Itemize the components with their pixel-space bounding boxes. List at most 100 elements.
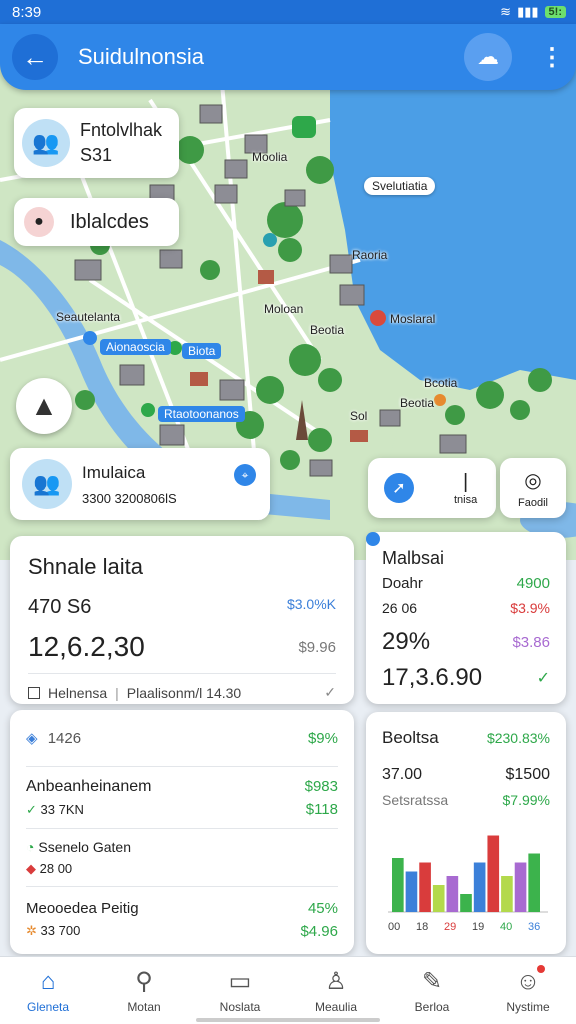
diamond-icon: ◈ — [26, 730, 38, 747]
market-percent: 29% — [382, 628, 431, 655]
compass-button[interactable]: ▲ — [16, 378, 72, 434]
list-item[interactable]: Anbeanheinanem ✓ 33 7KN $983 $118 — [26, 766, 338, 828]
more-button[interactable]: ⋮ — [540, 43, 564, 72]
market-line1-value: 4900 — [516, 575, 550, 592]
stats-sub-right: $7.99% — [502, 792, 550, 808]
place-card[interactable]: ● Iblalcdes — [14, 198, 179, 246]
market-check-icon[interactable]: ✓ — [537, 668, 550, 688]
nav-item-profile[interactable]: ☺ Nystime — [480, 957, 576, 1024]
chart-tick-label: 19 — [472, 921, 484, 933]
check-icon[interactable]: ✓ — [324, 684, 336, 701]
home-indicator — [196, 1018, 380, 1022]
food-card[interactable]: ◎ Faodil — [500, 458, 566, 518]
stats-title-value: $230.83% — [486, 730, 550, 746]
nav-label: Meaulia — [314, 1000, 358, 1014]
market-line2-left: 26 06 — [382, 600, 418, 616]
map-tag-svelutiatia[interactable]: Svelutiatia — [364, 177, 436, 195]
chart-tick-label: 29 — [444, 921, 456, 933]
map-pill-2[interactable]: Rtaotoonanos — [158, 406, 245, 422]
summary-footer-right: Plaalisonm/l 14.30 — [126, 684, 242, 701]
nav-item-home[interactable]: ⌂ Gleneta — [0, 957, 96, 1024]
list-item[interactable]: ◔ Ssenelo Gaten ◆ 28 00 — [26, 828, 338, 886]
person-card[interactable]: 👥 Fntolvlhak S31 — [14, 108, 179, 178]
map-pill-1[interactable]: Aionaoscia — [100, 339, 171, 355]
chart-bar — [419, 862, 431, 912]
map-label-1: Moolia — [252, 150, 288, 164]
edit-icon: ✎ — [421, 968, 443, 995]
list-card[interactable]: ◈ 1426 $9% Anbeanheinanem ✓ 33 7KN $983 … — [10, 710, 354, 954]
market-line2-right: $3.9% — [510, 600, 550, 616]
battery-icon: 5!: — [544, 6, 566, 18]
more-vertical-icon: ⋮ — [540, 43, 564, 71]
nav-label: Berloa — [414, 1000, 450, 1014]
signal-icon: ▮▮▮ — [517, 4, 539, 19]
list-item-value2: $118 — [305, 800, 338, 818]
market-dot-icon — [366, 532, 380, 546]
chart-bar — [487, 835, 500, 912]
list-item-title: Meooedea Peitig — [26, 900, 139, 917]
nav-card-label: tnisa — [454, 493, 478, 506]
list-item-title: Ssenelo Gaten — [38, 838, 131, 855]
arrow-left-icon: ← — [22, 41, 48, 72]
nav-item-chart[interactable]: ▭ Noslata — [192, 957, 288, 1024]
user-name: Imulaica — [82, 462, 146, 482]
bowl-icon: ◎ — [524, 469, 542, 492]
map-label-8: Beotia — [400, 396, 435, 410]
list-item-sub: 33 700 — [40, 923, 81, 938]
user-card[interactable]: 👥 Imulaica 3300 3200806lS ⌖ — [10, 448, 270, 520]
stats-title: Beoltsa — [382, 728, 439, 747]
map-pin-icon[interactable]: ⌖ — [234, 464, 256, 486]
list-item[interactable]: Meooedea Peitig ✲ 33 700 45% $4.96 — [26, 886, 338, 952]
summary-big-right: $9.96 — [298, 638, 336, 656]
stats-v1: 37.00 — [382, 766, 423, 783]
stats-sub: Setsratssa — [382, 792, 449, 808]
avatar: 👥 — [22, 119, 70, 167]
stats-card[interactable]: Beoltsa $230.83% 37.00 $1500 Setsratssa … — [366, 712, 566, 954]
place-icon: ● — [24, 207, 54, 237]
chart-tick-label: 40 — [500, 921, 512, 933]
chart-tick-label: 18 — [416, 921, 428, 933]
person-value: S31 — [80, 145, 113, 165]
place-name: Iblalcdes — [70, 210, 149, 233]
summary-big-value: 12,6.2,30 — [28, 631, 145, 662]
divider-icon: | — [463, 470, 469, 493]
map-label-9: Sol — [350, 409, 368, 423]
nav-item-person[interactable]: ♙ Meaulia — [288, 957, 384, 1024]
market-card[interactable]: Malbsai Doahr 4900 26 06 $3.9% 29% $3.86… — [366, 532, 566, 704]
checkbox-icon[interactable] — [28, 686, 40, 699]
back-button[interactable]: ← — [12, 34, 58, 80]
map-label-4: Beotia — [310, 323, 345, 337]
cloud-button[interactable]: ☁ — [464, 33, 512, 81]
list-header-right: $9% — [307, 729, 338, 747]
nav-item-search[interactable]: ⚲ Motan — [96, 957, 192, 1024]
bottom-navigation: ⌂ Gleneta ⚲ Motan ▭ Noslata ♙ Meaulia ✎ … — [0, 956, 576, 1024]
food-label: Faodil — [518, 496, 548, 509]
map-pill-small[interactable]: Biota — [182, 343, 222, 359]
status-icons: ≋ ▮▮▮ 5!: — [500, 4, 566, 20]
chart-bar — [473, 862, 486, 912]
chart-icon: ▭ — [228, 968, 252, 995]
search-icon: ⚲ — [135, 968, 153, 995]
map-label-3: Moloan — [264, 302, 304, 316]
market-line1-label: Doahr — [382, 575, 423, 592]
summary-footer-left: Helnensa — [48, 684, 108, 701]
list-item-sub: 28 00 — [39, 860, 73, 876]
summary-card[interactable]: Shnale laita 470 S6 $3.0%K 12,6.2,30 $9.… — [10, 536, 354, 704]
chart-bar — [405, 871, 418, 912]
chart-tick-label: 00 — [388, 921, 400, 933]
cloud-icon: ☁ — [477, 44, 499, 69]
list-item-value: 45% — [307, 899, 338, 917]
navigate-icon: ➚ — [384, 473, 414, 503]
market-title: Malbsai — [382, 548, 445, 568]
summary-title: Shnale laita — [28, 554, 143, 579]
person-name: Fntolvlhak — [80, 120, 163, 140]
nav-item-edit[interactable]: ✎ Berloa — [384, 957, 480, 1024]
list-item-sub: 33 7KN — [40, 801, 84, 817]
navigation-card[interactable]: ➚ | tnisa — [368, 458, 496, 518]
list-header-left: 1426 — [47, 730, 82, 747]
summary-row-right: $3.0%K — [286, 596, 336, 612]
nav-label: Noslata — [219, 1000, 261, 1014]
home-icon: ⌂ — [40, 967, 56, 995]
status-bar: 8:39 ≋ ▮▮▮ 5!: — [0, 0, 576, 24]
market-big-value: 17,3.6.90 — [382, 664, 483, 691]
